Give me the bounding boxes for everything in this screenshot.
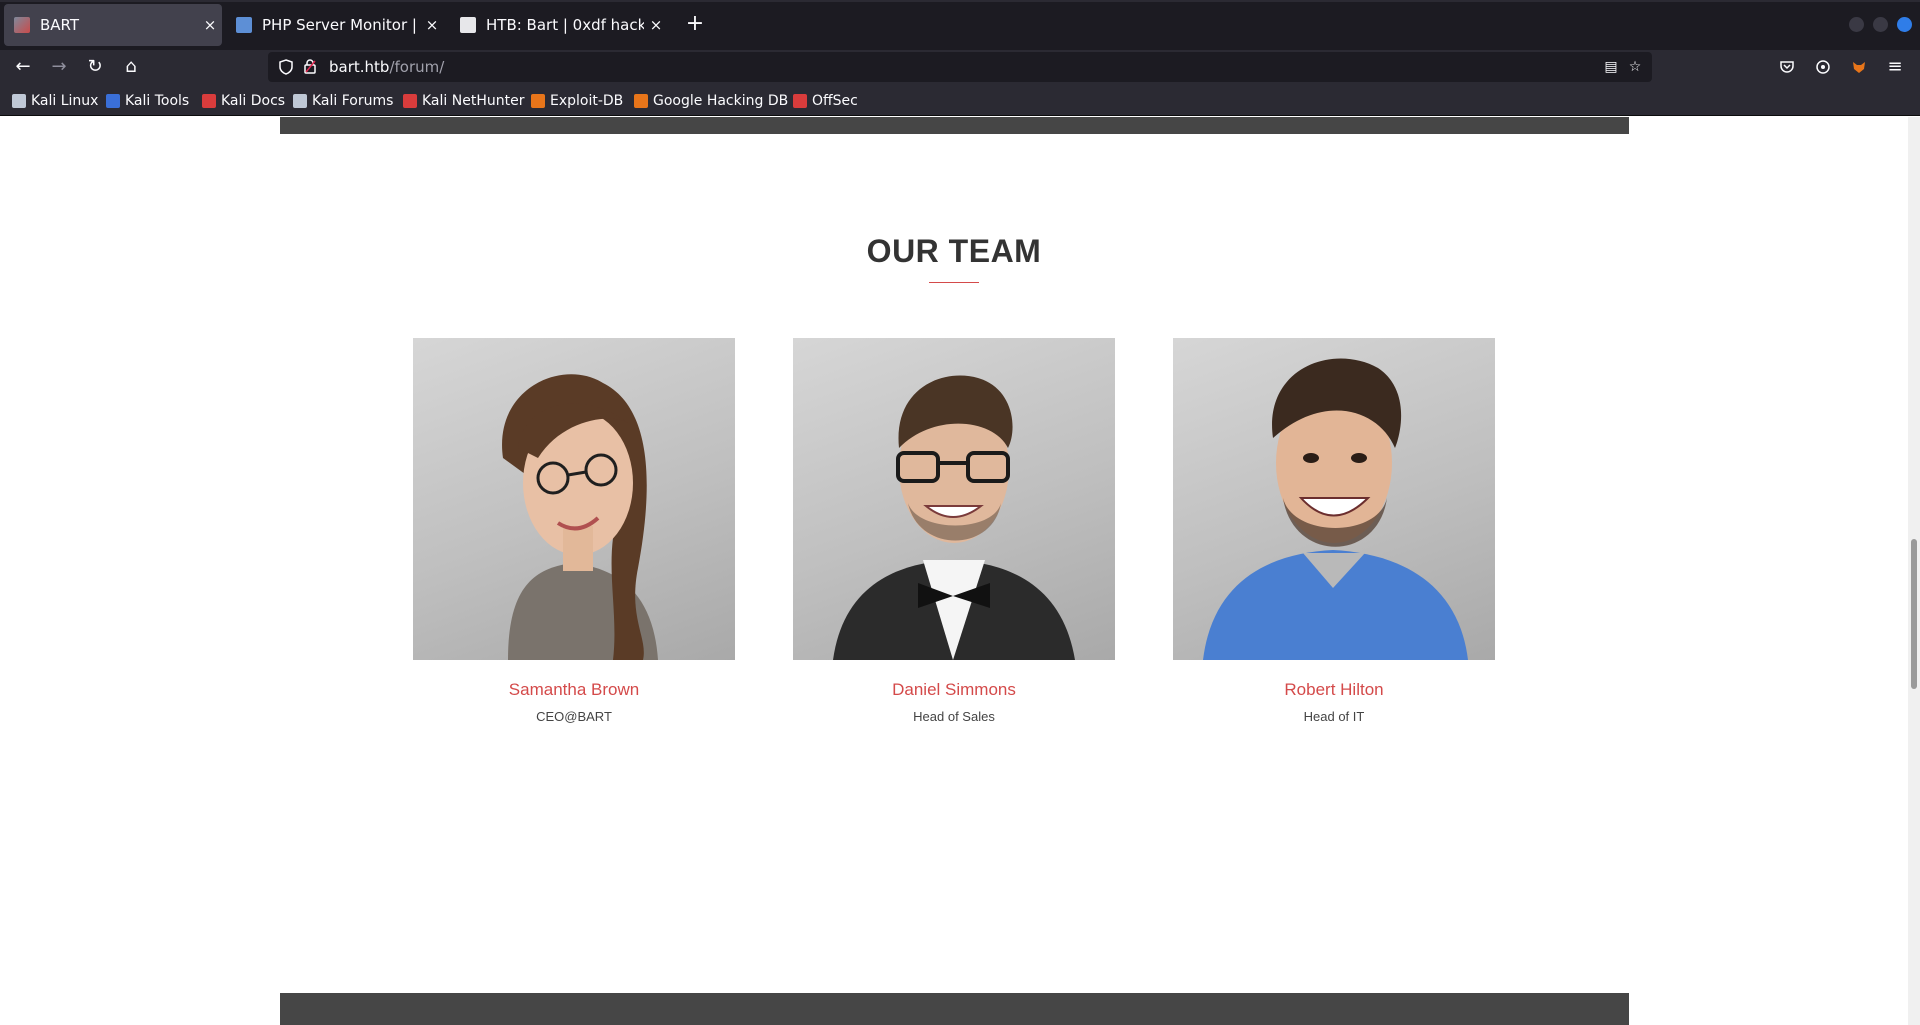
tab-bart[interactable]: BART ×: [4, 4, 222, 46]
man-in-denim-shirt-photo: [1173, 338, 1495, 660]
ghdb-icon: [634, 94, 648, 108]
bookmark-label: Kali Tools: [125, 93, 190, 109]
bookmark-label: Kali Docs: [221, 93, 286, 109]
foxyproxy-icon[interactable]: [1847, 55, 1871, 79]
man-with-bowtie-photo: [793, 338, 1115, 660]
bookmark-label: OffSec: [812, 93, 858, 109]
bart-favicon-icon: [14, 17, 30, 33]
team-member-card: Samantha Brown CEO@BART: [413, 338, 735, 724]
bookmark-label: Kali NetHunter: [422, 93, 525, 109]
forward-arrow-icon[interactable]: →: [47, 55, 71, 79]
bookmark-kali-nethunter[interactable]: Kali NetHunter: [403, 91, 524, 111]
bookmark-kali-docs[interactable]: Kali Docs: [202, 91, 285, 111]
section-title: OUR TEAM: [866, 233, 1042, 269]
bookmark-kali-linux[interactable]: Kali Linux: [12, 91, 98, 111]
member-role: Head of Sales: [913, 709, 995, 724]
member-name[interactable]: Robert Hilton: [1173, 680, 1495, 700]
page-scrollbar[interactable]: [1908, 117, 1920, 1025]
bookmark-google-hacking-db[interactable]: Google Hacking DB: [634, 91, 788, 111]
tracking-protection-shield-icon[interactable]: [274, 55, 298, 79]
kali-dragon-icon: [293, 94, 307, 108]
tab-title: PHP Server Monitor | Ope: [262, 16, 420, 34]
next-section-band: [280, 993, 1629, 1025]
member-name[interactable]: Samantha Brown: [413, 680, 735, 700]
maximize-window-button[interactable]: [1873, 17, 1888, 32]
close-window-button[interactable]: [1897, 17, 1912, 32]
bookmark-label: Google Hacking DB: [653, 93, 789, 109]
nethunter-icon: [403, 94, 417, 108]
lock-icon[interactable]: [298, 55, 322, 79]
bookmark-kali-forums[interactable]: Kali Forums: [293, 91, 393, 111]
minimize-window-button[interactable]: [1849, 17, 1864, 32]
url-path: /forum/: [389, 58, 445, 76]
tab-php-server-monitor[interactable]: PHP Server Monitor | Ope ×: [226, 4, 444, 46]
tab-strip-border: [0, 0, 1920, 2]
tab-strip: BART × PHP Server Monitor | Ope × HTB: B…: [0, 0, 1920, 50]
bookmark-label: Kali Linux: [31, 93, 99, 109]
tab-htb-bart[interactable]: HTB: Bart | 0xdf hacks stu ×: [450, 4, 668, 46]
navigation-toolbar: ← → ↻ ⌂ bart.htb/forum/ ▤ ☆ ≡: [0, 50, 1920, 84]
close-tab-icon[interactable]: ×: [198, 16, 222, 34]
extensions-icon[interactable]: [1811, 55, 1835, 79]
home-icon[interactable]: ⌂: [119, 55, 143, 79]
bookmark-star-icon[interactable]: ☆: [1623, 55, 1647, 79]
close-tab-icon[interactable]: ×: [644, 16, 668, 34]
reader-view-icon[interactable]: ▤: [1599, 55, 1623, 79]
woman-with-glasses-photo: [413, 338, 735, 660]
bookmark-exploit-db[interactable]: Exploit-DB: [531, 91, 623, 111]
url-host: bart.htb: [329, 58, 390, 76]
scrollbar-thumb[interactable]: [1911, 539, 1917, 689]
kali-docs-icon: [202, 94, 216, 108]
address-bar[interactable]: bart.htb/forum/ ▤ ☆: [268, 52, 1652, 82]
tab-title: HTB: Bart | 0xdf hacks stu: [486, 16, 644, 34]
member-role: CEO@BART: [536, 709, 612, 724]
bookmark-offsec[interactable]: OffSec: [793, 91, 858, 111]
title-underline: [929, 282, 979, 283]
member-role: Head of IT: [1303, 709, 1365, 724]
team-member-card: Daniel Simmons Head of Sales: [793, 338, 1115, 724]
0xdf-favicon-icon: [460, 17, 476, 33]
bookmark-label: Kali Forums: [312, 93, 394, 109]
page-viewport: OUR TEAM Samantha Brown CEO@BART Daniel …: [0, 117, 1920, 1025]
php-monitor-favicon-icon: [236, 17, 252, 33]
previous-section-band: [280, 117, 1629, 134]
team-member-card: Robert Hilton Head of IT: [1173, 338, 1495, 724]
bookmark-kali-tools[interactable]: Kali Tools: [106, 91, 189, 111]
pocket-icon[interactable]: [1775, 55, 1799, 79]
member-name[interactable]: Daniel Simmons: [793, 680, 1115, 700]
offsec-icon: [793, 94, 807, 108]
bookmark-label: Exploit-DB: [550, 93, 624, 109]
tab-title: BART: [40, 16, 80, 34]
new-tab-button[interactable]: +: [683, 12, 707, 36]
bookmarks-toolbar: Kali Linux Kali Tools Kali Docs Kali For…: [0, 84, 1920, 116]
reload-icon[interactable]: ↻: [83, 55, 107, 79]
kali-dragon-icon: [12, 94, 26, 108]
url-text[interactable]: bart.htb/forum/: [329, 58, 444, 76]
kali-tools-icon: [106, 94, 120, 108]
close-tab-icon[interactable]: ×: [420, 16, 444, 34]
hamburger-menu-icon[interactable]: ≡: [1883, 55, 1907, 79]
exploit-db-icon: [531, 94, 545, 108]
back-arrow-icon[interactable]: ←: [11, 55, 35, 79]
